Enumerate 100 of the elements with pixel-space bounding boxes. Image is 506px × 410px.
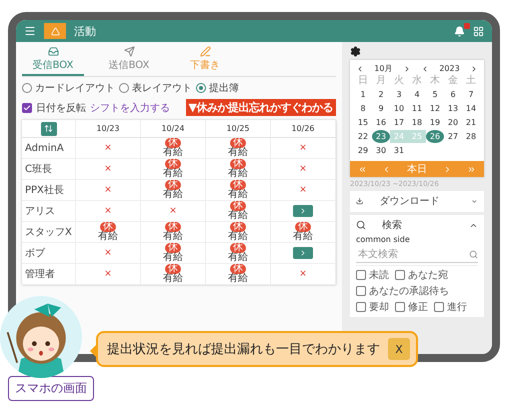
calendar-day[interactable]: 2 <box>372 88 390 101</box>
leave-type: 有給 <box>228 169 248 179</box>
leave-type: 有給 <box>228 211 248 221</box>
calendar-month: 10月 <box>374 63 392 74</box>
weekday-label: 火 <box>393 75 405 87</box>
calendar-day[interactable]: 17 <box>390 116 408 129</box>
apps-icon[interactable] <box>473 26 484 36</box>
calendar-day[interactable]: 30 <box>372 144 390 157</box>
chevron-right-icon <box>299 207 307 215</box>
leave-type: 有給 <box>228 190 248 200</box>
smartphone-screen-button[interactable]: スマホの画面 <box>8 376 94 401</box>
sort-icon <box>44 124 53 133</box>
calendar-day[interactable]: 14 <box>462 102 480 115</box>
filter-label: あなた宛 <box>408 268 448 282</box>
sort-button[interactable] <box>40 122 56 136</box>
pencil-icon <box>200 46 210 57</box>
checkbox[interactable] <box>395 302 405 312</box>
filter-label: 修正 <box>408 301 428 314</box>
calendar-day[interactable]: 6 <box>444 88 462 101</box>
checkbox[interactable] <box>356 302 366 312</box>
leave-type: 有給 <box>163 169 183 179</box>
download-label: ダウンロード <box>379 195 440 208</box>
missing-mark: × <box>104 206 112 216</box>
previous-month-icon[interactable] <box>356 64 364 72</box>
settings-icon[interactable] <box>350 46 361 57</box>
calendar-day[interactable]: 1 <box>354 88 372 101</box>
calendar-day[interactable]: 21 <box>462 116 480 129</box>
bell-icon[interactable] <box>454 26 465 36</box>
checkbox-label: 日付を反転 <box>36 102 86 114</box>
calendar-day[interactable]: 19 <box>426 116 444 129</box>
search-icon[interactable] <box>469 250 478 258</box>
checkbox[interactable] <box>356 286 366 296</box>
weekday-label: 土 <box>465 75 477 87</box>
leave-type: 有給 <box>163 232 183 242</box>
calendar-day[interactable]: 18 <box>408 116 426 129</box>
leave-badge: 休 <box>230 138 246 148</box>
shift-button[interactable] <box>293 247 313 259</box>
calendar-day[interactable]: 9 <box>372 102 390 115</box>
shift-input-link[interactable]: シフトを入力する <box>90 100 170 114</box>
missing-mark: × <box>104 248 112 258</box>
radio-label: 提出簿 <box>209 82 239 95</box>
download-header[interactable]: ダウンロード <box>356 193 478 209</box>
calendar-day[interactable]: 27 <box>444 130 462 143</box>
calendar-day[interactable]: 16 <box>372 116 390 129</box>
calendar-day[interactable]: 8 <box>354 102 372 115</box>
calendar-day[interactable]: 23 <box>372 130 390 143</box>
calendar-day[interactable]: 15 <box>354 116 372 129</box>
filter-label: 未読 <box>369 268 389 282</box>
shift-button[interactable] <box>293 205 313 217</box>
calendar-day[interactable]: 31 <box>390 144 408 157</box>
missing-mark: × <box>104 164 112 174</box>
calendar-day[interactable]: 29 <box>354 144 372 157</box>
filter-label: あなたの承認待ち <box>369 284 449 298</box>
tab[interactable]: 受信BOX <box>22 45 84 76</box>
leave-badge: 休 <box>165 222 181 232</box>
calendar-day[interactable]: 12 <box>426 102 444 115</box>
checkbox[interactable] <box>434 302 444 312</box>
checkbox[interactable] <box>395 270 405 280</box>
missing-mark: × <box>169 206 177 216</box>
filter-label: 進行 <box>447 301 467 314</box>
calendar-day[interactable]: 11 <box>408 102 426 115</box>
calendar-day[interactable]: 20 <box>444 116 462 129</box>
radio-button[interactable] <box>119 83 129 93</box>
calendar-year: 2023 <box>439 64 460 73</box>
leave-badge: 休 <box>230 264 246 274</box>
column-header: 10/26 <box>291 124 315 133</box>
leave-type: 有給 <box>228 253 248 263</box>
search-header[interactable]: 検索 <box>356 217 478 233</box>
search-scope: common side <box>356 235 411 244</box>
radio-button[interactable] <box>196 83 206 93</box>
close-button[interactable]: X <box>388 338 410 360</box>
logo[interactable] <box>44 23 66 39</box>
leave-type: 有給 <box>228 274 248 284</box>
calendar-day[interactable]: 3 <box>390 88 408 101</box>
calendar-day[interactable]: 7 <box>462 88 480 101</box>
leave-type: 有給 <box>163 274 183 284</box>
search-label: 検索 <box>382 218 402 232</box>
leave-badge: 休 <box>165 159 181 169</box>
radio-button[interactable] <box>22 83 32 93</box>
checkbox[interactable] <box>356 270 366 280</box>
calendar-day[interactable]: 5 <box>426 88 444 101</box>
calendar-day[interactable]: 10 <box>390 102 408 115</box>
menu-icon[interactable] <box>24 25 36 37</box>
column-header: 10/25 <box>226 124 250 133</box>
calendar-day[interactable]: 4 <box>408 88 426 101</box>
search-field[interactable]: 本文検索 <box>356 248 469 260</box>
leave-badge: 休 <box>295 222 311 232</box>
calendar-day[interactable]: 13 <box>444 102 462 115</box>
missing-mark: × <box>299 269 307 279</box>
calendar-day[interactable]: 26 <box>426 130 444 143</box>
missing-mark: × <box>104 269 112 279</box>
calendar-day[interactable]: 28 <box>462 130 480 143</box>
staff-name: AdminA <box>22 138 76 159</box>
double-chevron-right-icon <box>467 164 476 174</box>
missing-mark: × <box>299 164 307 174</box>
checkbox[interactable] <box>22 102 32 112</box>
filter-label: 要却 <box>369 300 389 314</box>
calendar-day[interactable]: 22 <box>354 130 372 143</box>
missing-mark: × <box>104 185 112 195</box>
staff-name: アリス <box>22 201 76 222</box>
